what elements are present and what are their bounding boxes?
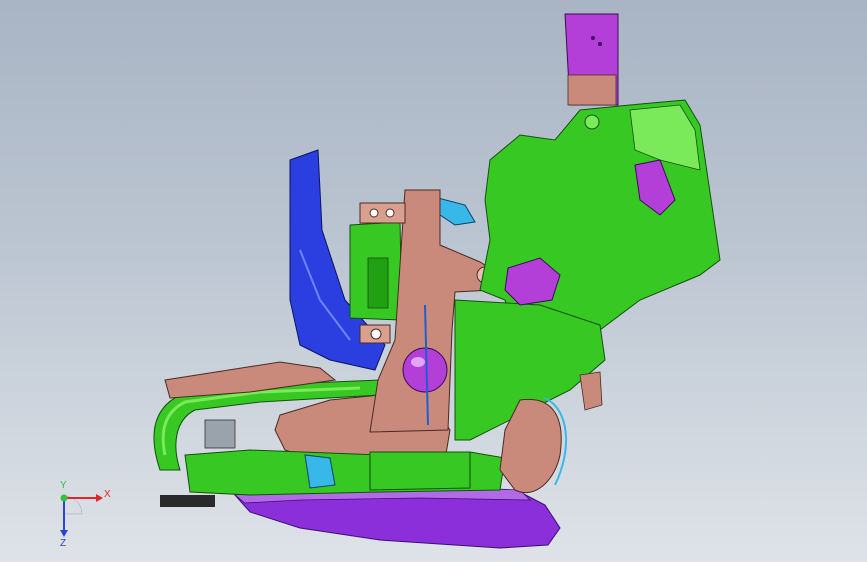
axis-triad: X Z Y xyxy=(60,480,111,548)
green-pivot xyxy=(584,114,600,130)
cyan-part-upper[interactable] xyxy=(437,197,476,226)
magenta-block-face xyxy=(567,74,617,106)
x-axis-label: X xyxy=(104,489,111,500)
y-axis-dot xyxy=(60,494,68,502)
green-plate-slot xyxy=(367,257,389,309)
magenta-hole-1 xyxy=(591,36,595,40)
block-hole-2 xyxy=(385,208,395,218)
cad-model[interactable] xyxy=(0,0,867,562)
x-arrow-icon xyxy=(96,494,103,502)
magenta-sphere[interactable] xyxy=(402,347,448,393)
green-lower-bracket[interactable] xyxy=(369,451,471,491)
magenta-hole-2 xyxy=(598,42,602,46)
cylinder-support xyxy=(204,419,236,449)
cyan-part-lower[interactable] xyxy=(304,454,336,489)
salmon-small-part xyxy=(579,371,603,411)
block-hole-1 xyxy=(369,208,379,218)
block-hole-3 xyxy=(370,328,382,340)
z-axis-label: Z xyxy=(60,538,66,548)
foot-left xyxy=(160,495,215,507)
3d-viewport[interactable]: X Z Y xyxy=(0,0,867,562)
salmon-block-top xyxy=(359,202,406,224)
sphere-highlight xyxy=(411,357,425,367)
y-axis-label: Y xyxy=(60,480,67,491)
z-arrow-icon xyxy=(60,530,68,537)
